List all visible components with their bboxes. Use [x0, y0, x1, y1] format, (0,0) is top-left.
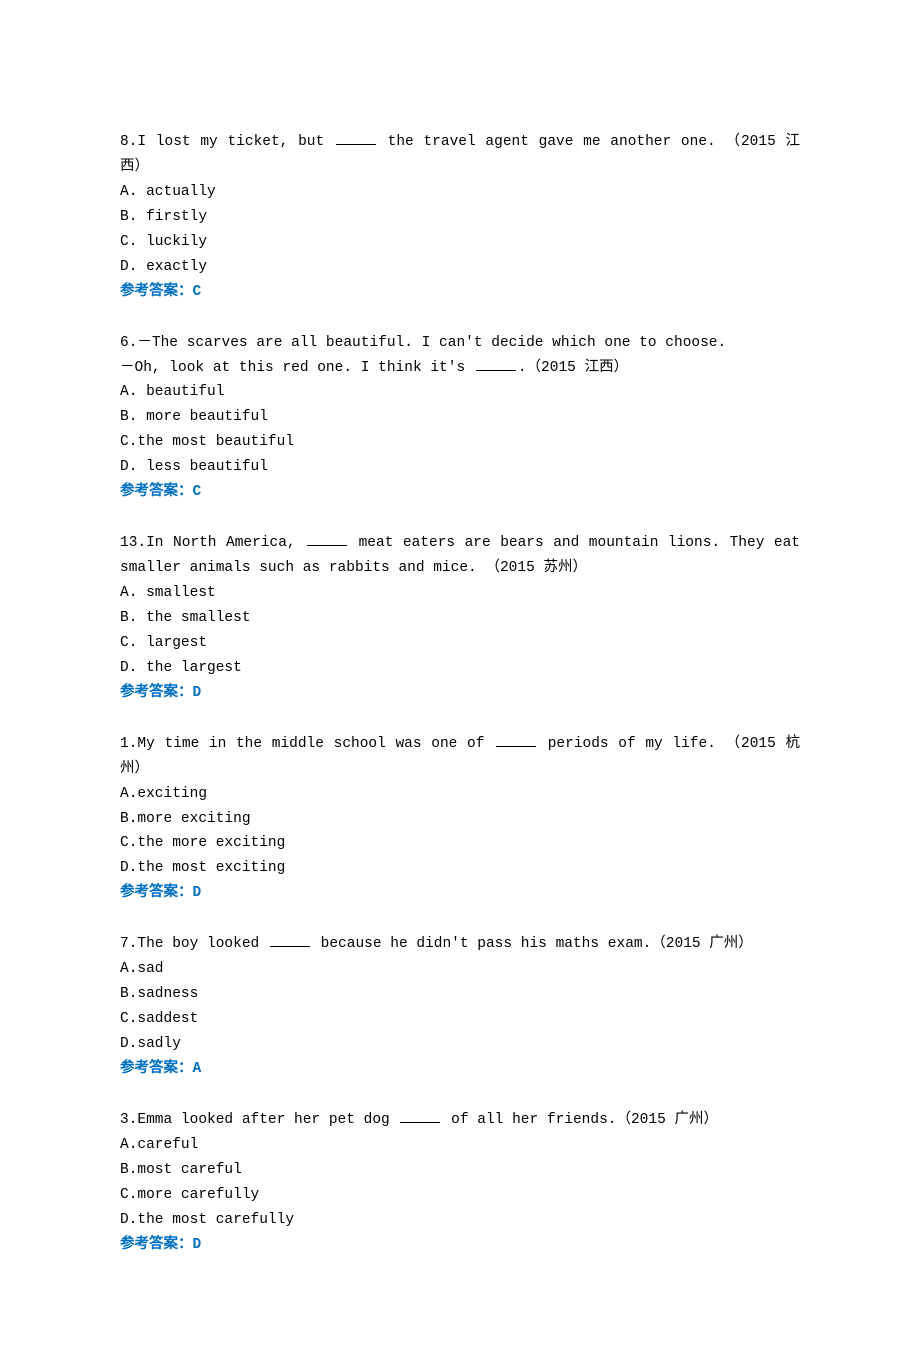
stem-line2-before: －Oh, look at this red one. I think it's	[120, 360, 474, 376]
blank	[307, 532, 347, 546]
question-number: 13	[120, 535, 137, 551]
answer-value: D	[193, 685, 202, 701]
answer-prefix: 参考答案：	[120, 885, 193, 901]
option-a: A.careful	[120, 1133, 800, 1158]
option-b: B.sadness	[120, 982, 800, 1007]
question-block: 1.My time in the middle school was one o…	[120, 732, 800, 907]
stem-before: .－The scarves are all beautiful. I can't…	[129, 335, 727, 351]
blank	[270, 933, 310, 947]
option-b: B. the smallest	[120, 606, 800, 631]
answer-line: 参考答案：D	[120, 881, 800, 906]
stem-line2-after: .（2015 江西）	[518, 360, 628, 376]
question-stem: 7.The boy looked because he didn't pass …	[120, 932, 800, 957]
answer-line: 参考答案：A	[120, 1057, 800, 1082]
option-c: C.more carefully	[120, 1183, 800, 1208]
question-block: 6.－The scarves are all beautiful. I can'…	[120, 331, 800, 506]
blank	[336, 131, 376, 145]
stem-before: .My time in the middle school was one of	[129, 736, 494, 752]
option-d: D.the most carefully	[120, 1208, 800, 1233]
answer-prefix: 参考答案：	[120, 1237, 193, 1253]
question-stem: 8.I lost my ticket, but the travel agent…	[120, 130, 800, 180]
blank	[400, 1109, 440, 1123]
question-number: 7	[120, 936, 129, 952]
option-c: C. luckily	[120, 230, 800, 255]
option-b: B. firstly	[120, 205, 800, 230]
stem-before: .I lost my ticket, but	[129, 134, 334, 150]
option-d: D.the most exciting	[120, 856, 800, 881]
answer-line: 参考答案：D	[120, 1233, 800, 1258]
question-number: 8	[120, 134, 129, 150]
answer-line: 参考答案：C	[120, 480, 800, 505]
option-c: C.saddest	[120, 1007, 800, 1032]
answer-line: 参考答案：D	[120, 681, 800, 706]
stem-after: of all her friends.（2015 广州）	[442, 1112, 718, 1128]
answer-prefix: 参考答案：	[120, 685, 193, 701]
question-stem: 6.－The scarves are all beautiful. I can'…	[120, 331, 800, 356]
question-block: 8.I lost my ticket, but the travel agent…	[120, 130, 800, 305]
question-block: 13.In North America, meat eaters are bea…	[120, 531, 800, 706]
answer-value: D	[193, 885, 202, 901]
question-number: 6	[120, 335, 129, 351]
stem-after: because he didn't pass his maths exam.（2…	[312, 936, 753, 952]
option-d: D.sadly	[120, 1032, 800, 1057]
option-c: C.the more exciting	[120, 831, 800, 856]
answer-prefix: 参考答案：	[120, 1061, 193, 1077]
stem-before: .In North America,	[137, 535, 305, 551]
question-stem: 3.Emma looked after her pet dog of all h…	[120, 1108, 800, 1133]
option-a: A. smallest	[120, 581, 800, 606]
stem-before: .The boy looked	[129, 936, 268, 952]
option-c: C. largest	[120, 631, 800, 656]
answer-prefix: 参考答案：	[120, 484, 193, 500]
blank	[476, 356, 516, 370]
question-number: 1	[120, 736, 129, 752]
answer-value: A	[193, 1061, 202, 1077]
question-stem: 1.My time in the middle school was one o…	[120, 732, 800, 782]
answer-line: 参考答案：C	[120, 280, 800, 305]
option-d: D. exactly	[120, 255, 800, 280]
question-block: 7.The boy looked because he didn't pass …	[120, 932, 800, 1082]
question-block: 3.Emma looked after her pet dog of all h…	[120, 1108, 800, 1258]
answer-value: D	[193, 1237, 202, 1253]
answer-value: C	[193, 484, 202, 500]
answer-value: C	[193, 284, 202, 300]
option-d: D. less beautiful	[120, 455, 800, 480]
option-a: A.exciting	[120, 782, 800, 807]
option-b: B. more beautiful	[120, 405, 800, 430]
option-a: A.sad	[120, 957, 800, 982]
option-b: B.more exciting	[120, 807, 800, 832]
option-c: C.the most beautiful	[120, 430, 800, 455]
question-stem: 13.In North America, meat eaters are bea…	[120, 531, 800, 581]
option-a: A. actually	[120, 180, 800, 205]
blank	[496, 733, 536, 747]
answer-prefix: 参考答案：	[120, 284, 193, 300]
page-content: 8.I lost my ticket, but the travel agent…	[0, 0, 920, 1364]
question-number: 3	[120, 1112, 129, 1128]
option-a: A. beautiful	[120, 380, 800, 405]
option-d: D. the largest	[120, 656, 800, 681]
question-stem-line2: －Oh, look at this red one. I think it's …	[120, 356, 800, 381]
stem-before: .Emma looked after her pet dog	[129, 1112, 399, 1128]
option-b: B.most careful	[120, 1158, 800, 1183]
